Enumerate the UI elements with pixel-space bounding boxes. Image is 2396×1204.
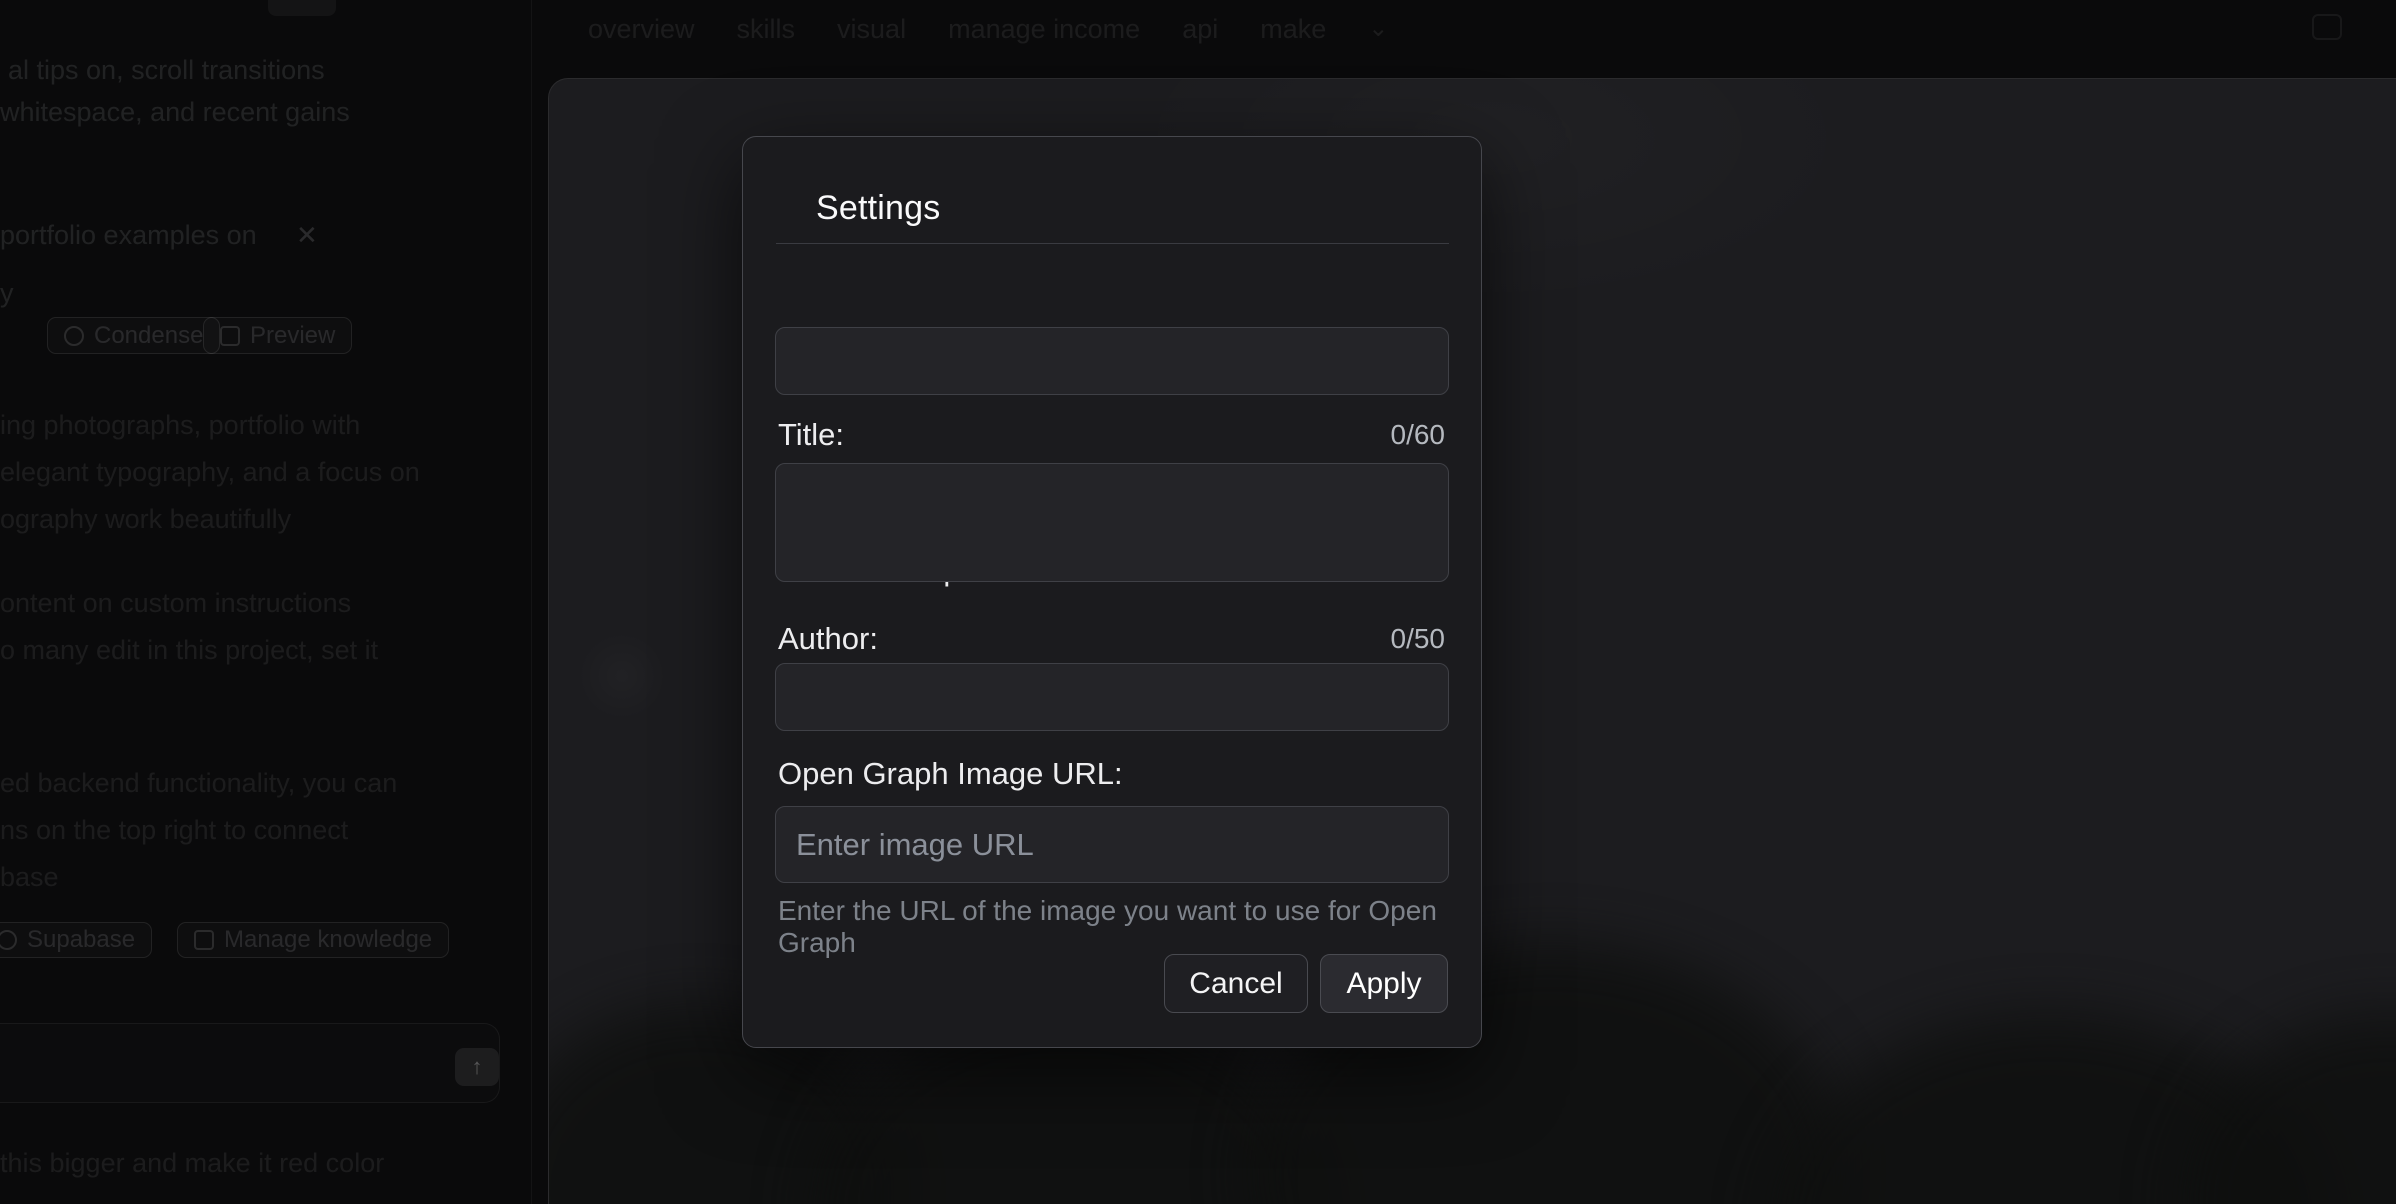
og-image-url-input[interactable] bbox=[775, 806, 1449, 883]
top-nav-item[interactable]: manage income bbox=[948, 14, 1140, 45]
chat-input[interactable] bbox=[0, 1023, 500, 1103]
notice-text-2: y bbox=[0, 278, 14, 309]
top-nav-item[interactable]: visual bbox=[837, 14, 906, 45]
og-image-url-label: Open Graph Image URL: bbox=[778, 756, 1123, 792]
top-nav-item[interactable]: skills bbox=[737, 14, 796, 45]
close-icon[interactable]: ✕ bbox=[296, 220, 318, 251]
forest-silhouette bbox=[2179, 1013, 2396, 1204]
chat-message-line: ing photographs, portfolio with bbox=[0, 410, 360, 441]
supabase-icon bbox=[0, 930, 17, 950]
top-nav-item[interactable]: overview bbox=[588, 14, 695, 45]
title-input[interactable] bbox=[775, 327, 1449, 395]
meta-description-textarea[interactable] bbox=[775, 463, 1449, 582]
send-button[interactable]: ↑ bbox=[455, 1048, 499, 1086]
preview-button[interactable]: Preview bbox=[203, 317, 352, 354]
chat-message-line: whitespace, and recent gains bbox=[0, 97, 350, 128]
title-label: Title: bbox=[778, 417, 844, 453]
top-nav: overview skills visual manage income api… bbox=[588, 14, 1388, 45]
cancel-button[interactable]: Cancel bbox=[1164, 954, 1308, 1013]
title-counter: 0/60 bbox=[1391, 419, 1446, 451]
knowledge-icon bbox=[194, 930, 214, 950]
dialog-title: Settings bbox=[816, 189, 940, 228]
apply-button[interactable]: Apply bbox=[1320, 954, 1448, 1013]
preview-icon bbox=[220, 326, 240, 346]
notice-text: portfolio examples on bbox=[0, 220, 257, 251]
chat-message-line: ed backend functionality, you can bbox=[0, 768, 397, 799]
manage-knowledge-label: Manage knowledge bbox=[224, 926, 432, 954]
preview-circle-blob bbox=[577, 631, 667, 721]
manage-knowledge-button[interactable]: Manage knowledge bbox=[177, 922, 449, 958]
chat-message-line: al tips on, scroll transitions bbox=[8, 55, 325, 86]
condense-icon bbox=[64, 326, 84, 346]
author-input[interactable] bbox=[775, 663, 1449, 731]
top-nav-item[interactable]: api bbox=[1182, 14, 1218, 45]
condense-label: Condense bbox=[94, 322, 203, 350]
chat-sidebar: al tips on, scroll transitions whitespac… bbox=[0, 0, 531, 1204]
chat-message-line: ography work beautifully bbox=[0, 504, 291, 535]
dialog-divider bbox=[776, 243, 1449, 244]
chat-message-line: ns on the top right to connect bbox=[0, 815, 348, 846]
sidebar-divider bbox=[531, 0, 532, 1204]
supabase-button[interactable]: Supabase bbox=[0, 922, 152, 958]
condense-button[interactable]: Condense bbox=[47, 317, 220, 354]
author-label: Author: bbox=[778, 621, 878, 657]
supabase-label: Supabase bbox=[27, 926, 135, 954]
settings-dialog: Settings Title: 0/60 Meta Description: 0… bbox=[742, 136, 1482, 1048]
chat-message-line: base bbox=[0, 862, 59, 893]
preview-label: Preview bbox=[250, 322, 335, 350]
chat-message-line: elegant typography, and a focus on bbox=[0, 457, 420, 488]
og-image-helper-text: Enter the URL of the image you want to u… bbox=[778, 895, 1481, 959]
send-icon: ↑ bbox=[472, 1054, 483, 1080]
chevron-down-icon[interactable]: ⌄ bbox=[1368, 14, 1388, 45]
chat-message-line: ontent on custom instructions bbox=[0, 588, 351, 619]
panel-toggle-icon[interactable] bbox=[2312, 14, 2342, 40]
top-nav-item[interactable]: make bbox=[1260, 14, 1326, 45]
author-counter: 0/50 bbox=[1391, 623, 1446, 655]
chat-message-line: o many edit in this project, set it bbox=[0, 635, 378, 666]
chat-draft-text: this bigger and make it red color bbox=[0, 1148, 384, 1179]
